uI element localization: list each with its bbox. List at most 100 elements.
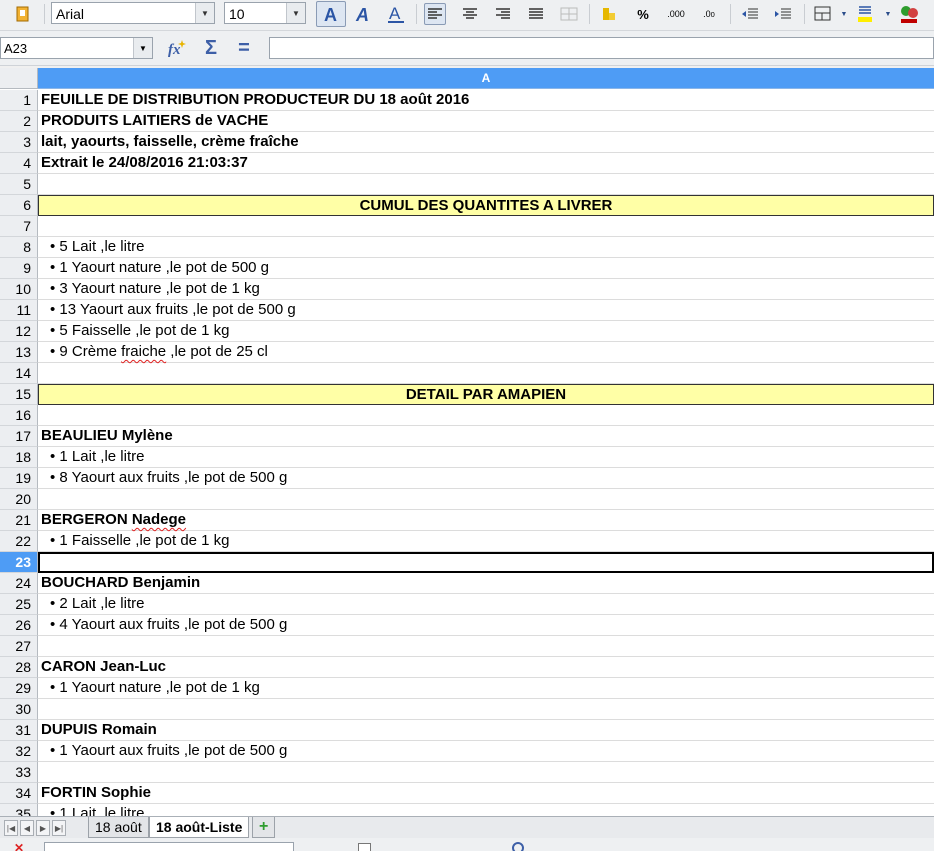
row-header[interactable]: 1 <box>0 90 38 111</box>
cell[interactable] <box>38 762 934 783</box>
row-header[interactable]: 12 <box>0 321 38 342</box>
select-all-corner[interactable] <box>0 68 38 89</box>
row-header[interactable]: 20 <box>0 489 38 510</box>
font-name-combo[interactable]: Arial ▼ <box>51 2 215 24</box>
row-header[interactable]: 5 <box>0 174 38 195</box>
row-header[interactable]: 21 <box>0 510 38 531</box>
selected-cell[interactable] <box>38 552 934 573</box>
decimal-format-icon[interactable]: .000 <box>665 3 687 25</box>
row-header[interactable]: 23 <box>0 552 38 573</box>
row-header[interactable]: 11 <box>0 300 38 321</box>
section-banner-cell[interactable]: CUMUL DES QUANTITES A LIVRER <box>38 195 934 216</box>
row-header[interactable]: 9 <box>0 258 38 279</box>
cell[interactable]: • 4 Yaourt aux fruits ,le pot de 500 g <box>38 615 934 636</box>
row-header[interactable]: 34 <box>0 783 38 804</box>
search-icon[interactable] <box>512 842 524 851</box>
cell[interactable] <box>38 699 934 720</box>
next-sheet-icon[interactable]: ▶ <box>36 820 50 836</box>
row-header[interactable]: 24 <box>0 573 38 594</box>
sheet-tab-18-aout[interactable]: 18 août <box>88 817 149 838</box>
increase-indent-button[interactable] <box>772 3 794 25</box>
chevron-down-icon[interactable]: ▼ <box>286 3 305 23</box>
cell[interactable]: • 1 Faisselle ,le pot de 1 kg <box>38 531 934 552</box>
cell[interactable] <box>38 174 934 195</box>
percent-icon[interactable]: % <box>632 3 654 25</box>
cell[interactable] <box>38 216 934 237</box>
styles-icon[interactable] <box>12 3 34 25</box>
last-sheet-icon[interactable]: ▶| <box>52 820 66 836</box>
find-input[interactable] <box>44 842 294 851</box>
cell[interactable] <box>38 489 934 510</box>
add-sheet-button[interactable]: + <box>252 817 276 838</box>
cell[interactable]: Extrait le 24/08/2016 21:03:37 <box>38 153 934 174</box>
borders-icon[interactable] <box>812 3 834 25</box>
cell[interactable]: CARON Jean-Luc <box>38 657 934 678</box>
row-header[interactable]: 31 <box>0 720 38 741</box>
cell[interactable]: • 2 Lait ,le litre <box>38 594 934 615</box>
formula-input[interactable] <box>269 37 934 59</box>
function-icon[interactable]: = <box>233 37 255 59</box>
cell[interactable]: • 5 Faisselle ,le pot de 1 kg <box>38 321 934 342</box>
row-header[interactable]: 32 <box>0 741 38 762</box>
cell[interactable]: • 1 Yaourt nature ,le pot de 500 g <box>38 258 934 279</box>
section-banner-cell[interactable]: DETAIL PAR AMAPIEN <box>38 384 934 405</box>
cell[interactable]: • 1 Yaourt aux fruits ,le pot de 500 g <box>38 741 934 762</box>
chevron-down-icon[interactable]: ▼ <box>133 38 152 58</box>
row-header[interactable]: 3 <box>0 132 38 153</box>
match-case-checkbox[interactable] <box>358 843 371 851</box>
previous-sheet-icon[interactable]: ◀ <box>20 820 34 836</box>
align-center-button[interactable] <box>459 3 481 25</box>
align-left-button[interactable] <box>424 3 446 25</box>
add-decimal-icon[interactable]: .0 0 <box>698 3 720 25</box>
currency-icon[interactable] <box>598 3 620 25</box>
chevron-down-icon[interactable]: ▼ <box>883 3 893 25</box>
row-header[interactable]: 29 <box>0 678 38 699</box>
row-header[interactable]: 6 <box>0 195 38 216</box>
row-header[interactable]: 18 <box>0 447 38 468</box>
cell[interactable]: • 1 Lait ,le litre <box>38 804 934 816</box>
cell[interactable]: BOUCHARD Benjamin <box>38 573 934 594</box>
cell[interactable]: • 13 Yaourt aux fruits ,le pot de 500 g <box>38 300 934 321</box>
cell[interactable] <box>38 636 934 657</box>
sheet-tab-18-aout-liste[interactable]: 18 août-Liste <box>149 817 250 838</box>
row-header[interactable]: 14 <box>0 363 38 384</box>
decrease-indent-button[interactable] <box>739 3 761 25</box>
column-header-a[interactable]: A <box>38 68 934 89</box>
font-color-icon[interactable] <box>898 3 920 25</box>
italic-button[interactable]: A <box>352 3 374 25</box>
cell[interactable]: BEAULIEU Mylène <box>38 426 934 447</box>
first-sheet-icon[interactable]: |◀ <box>4 820 18 836</box>
row-header[interactable]: 8 <box>0 237 38 258</box>
name-box[interactable]: A23 ▼ <box>0 37 153 59</box>
row-header[interactable]: 2 <box>0 111 38 132</box>
row-header[interactable]: 19 <box>0 468 38 489</box>
cell[interactable] <box>38 405 934 426</box>
cell[interactable]: • 1 Lait ,le litre <box>38 447 934 468</box>
cell[interactable]: lait, yaourts, faisselle, crème fraîche <box>38 132 934 153</box>
row-header[interactable]: 4 <box>0 153 38 174</box>
cell[interactable]: BERGERON Nadege <box>38 510 934 531</box>
font-size-combo[interactable]: 10 ▼ <box>224 2 306 24</box>
cell[interactable]: • 3 Yaourt nature ,le pot de 1 kg <box>38 279 934 300</box>
justify-button[interactable] <box>525 3 547 25</box>
chevron-down-icon[interactable]: ▼ <box>195 3 214 23</box>
row-header[interactable]: 17 <box>0 426 38 447</box>
cell[interactable]: • 8 Yaourt aux fruits ,le pot de 500 g <box>38 468 934 489</box>
row-header[interactable]: 35 <box>0 804 38 816</box>
row-header[interactable]: 25 <box>0 594 38 615</box>
cell[interactable]: FEUILLE DE DISTRIBUTION PRODUCTEUR DU 18… <box>38 90 934 111</box>
cell[interactable]: • 5 Lait ,le litre <box>38 237 934 258</box>
row-header[interactable]: 22 <box>0 531 38 552</box>
cell[interactable]: FORTIN Sophie <box>38 783 934 804</box>
cell[interactable] <box>38 363 934 384</box>
row-header[interactable]: 26 <box>0 615 38 636</box>
row-header[interactable]: 28 <box>0 657 38 678</box>
close-icon[interactable]: ✕ <box>14 841 24 851</box>
bold-button[interactable]: A <box>316 1 346 27</box>
function-wizard-icon[interactable]: fx <box>166 38 188 58</box>
row-header[interactable]: 7 <box>0 216 38 237</box>
cell[interactable]: PRODUITS LAITIERS de VACHE <box>38 111 934 132</box>
row-header[interactable]: 15 <box>0 384 38 405</box>
cell[interactable]: • 1 Yaourt nature ,le pot de 1 kg <box>38 678 934 699</box>
chevron-down-icon[interactable]: ▼ <box>839 3 849 25</box>
